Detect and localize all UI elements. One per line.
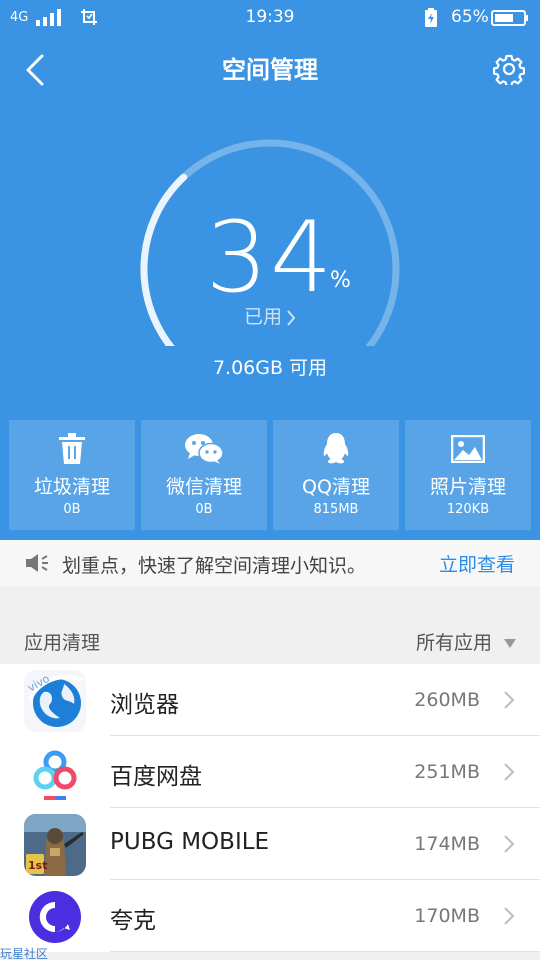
app-list: vivo 浏览器 260MB 百度网盘 251MB 1st PUBG MOBIL…: [0, 664, 540, 952]
app-cleanup-header: 应用清理 所有应用: [0, 586, 540, 664]
page-title: 空间管理: [222, 56, 318, 84]
available-space: 7.06GB 可用: [212, 357, 328, 379]
chevron-right-icon: [287, 309, 296, 326]
view-now-link[interactable]: 立即查看: [439, 550, 515, 577]
tile-size: 0B: [195, 502, 213, 517]
trash-icon: [59, 433, 85, 464]
chevron-right-icon: [504, 835, 515, 853]
list-item[interactable]: 夸克 170MB: [0, 880, 540, 952]
divider: [110, 951, 540, 952]
tile-label: 垃圾清理: [33, 476, 110, 498]
app-size: 260MB: [414, 689, 480, 711]
status-bar: 4G 19:39 65%: [0, 0, 540, 36]
pubg-mobile-icon: 1st: [24, 814, 86, 876]
app-name: 百度网盘: [110, 764, 202, 790]
usage-unit: %: [330, 268, 351, 293]
tile-wechat-cleanup[interactable]: 微信清理 0B: [141, 420, 267, 530]
battery-saver-icon: [425, 8, 437, 27]
battery-icon: [491, 10, 528, 26]
speaker-icon: [26, 554, 48, 572]
tile-junk-cleanup[interactable]: 垃圾清理 0B: [9, 420, 135, 530]
gear-icon: [493, 54, 525, 85]
tile-label: 照片清理: [429, 476, 506, 498]
tip-banner: 划重点，快速了解空间清理小知识。 立即查看: [0, 540, 540, 586]
app-name: 夸克: [110, 908, 156, 934]
tile-label: QQ清理: [302, 476, 370, 498]
list-item[interactable]: 百度网盘 251MB: [0, 736, 540, 808]
section-title: 应用清理: [24, 632, 101, 654]
app-name: 浏览器: [110, 692, 179, 718]
baidu-netdisk-icon: [24, 742, 86, 804]
tile-size: 815MB: [313, 502, 359, 517]
chevron-right-icon: [504, 907, 515, 925]
list-item[interactable]: vivo 浏览器 260MB: [0, 664, 540, 736]
tile-label: 微信清理: [165, 476, 242, 498]
cleanup-tiles: 垃圾清理 0B 微信清理 0B QQ清理 815MB 照片清理 120KB: [9, 420, 531, 530]
usage-value: 34: [205, 201, 335, 315]
watermark: 玩星社区: [0, 947, 49, 960]
used-details-link[interactable]: 已用: [0, 302, 540, 329]
qq-penguin-icon: [323, 433, 349, 464]
settings-button[interactable]: [490, 50, 528, 88]
tile-size: 0B: [63, 502, 81, 517]
app-badge: 1st: [28, 859, 47, 872]
usage-percent: 34: [0, 203, 540, 313]
storage-header-panel: 4G 19:39 65% 空间管理 34 % 已用 7.06GB 可用 垃圾清理…: [0, 0, 540, 540]
app-filter-dropdown[interactable]: 所有应用: [416, 628, 516, 655]
vivo-browser-icon: vivo: [24, 670, 86, 732]
wechat-icon: [185, 434, 224, 464]
tile-photo-cleanup[interactable]: 照片清理 120KB: [405, 420, 531, 530]
dropdown-triangle-icon: [504, 639, 516, 648]
app-size: 170MB: [414, 905, 480, 927]
filter-label: 所有应用: [415, 632, 492, 654]
battery-percent: 65%: [451, 7, 489, 27]
quark-icon: [24, 886, 86, 948]
chevron-right-icon: [504, 691, 515, 709]
used-label: 已用: [243, 306, 282, 328]
tile-qq-cleanup[interactable]: QQ清理 815MB: [273, 420, 399, 530]
app-size: 174MB: [414, 833, 480, 855]
app-name: PUBG MOBILE: [110, 829, 270, 855]
app-size: 251MB: [414, 761, 480, 783]
image-icon: [451, 435, 485, 463]
tip-text: 划重点，快速了解空间清理小知识。: [62, 555, 367, 577]
chevron-right-icon: [504, 763, 515, 781]
list-item[interactable]: 1st PUBG MOBILE 174MB: [0, 808, 540, 880]
tile-size: 120KB: [446, 502, 490, 517]
